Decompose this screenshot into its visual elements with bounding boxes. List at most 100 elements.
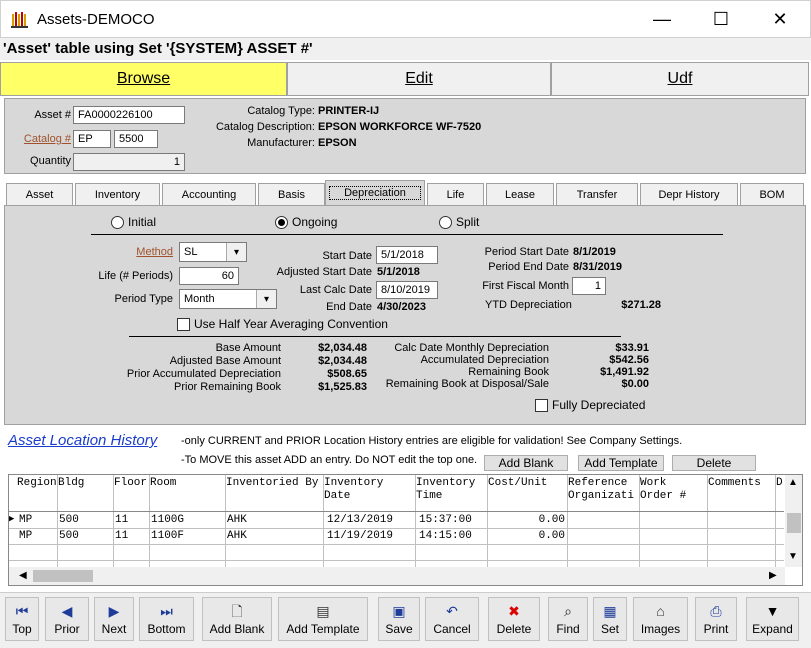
- last-calc-date-field[interactable]: 8/10/2019: [376, 281, 438, 299]
- subtab-inventory[interactable]: Inventory: [75, 183, 160, 205]
- prior-remaining-label: Prior Remaining Book: [174, 381, 281, 393]
- subtab-accounting[interactable]: Accounting: [162, 183, 256, 205]
- maximize-button[interactable]: ☐: [698, 1, 744, 37]
- location-history-grid[interactable]: Region Bldg Floor Room Inventoried By In…: [8, 474, 803, 586]
- radio-split[interactable]: Split: [439, 215, 479, 229]
- subtab-basis[interactable]: Basis: [258, 183, 325, 205]
- scroll-left-icon[interactable]: ◀: [19, 570, 27, 581]
- cell-inventory-date[interactable]: 11/19/2019: [327, 530, 393, 542]
- next-button[interactable]: ▶ Next: [94, 597, 134, 641]
- bottom-button[interactable]: ⏭ Bottom: [139, 597, 194, 641]
- cell-floor[interactable]: 11: [115, 514, 128, 526]
- half-year-checkbox-box[interactable]: [177, 317, 190, 331]
- cell-region[interactable]: MP: [19, 514, 32, 526]
- chevron-down-icon[interactable]: ▾: [226, 243, 246, 261]
- col-floor[interactable]: Floor: [114, 477, 147, 490]
- col-inventory-date[interactable]: Inventory Date: [324, 477, 404, 503]
- set-button[interactable]: ▦ Set: [593, 597, 627, 641]
- cancel-button[interactable]: ↶ Cancel: [425, 597, 479, 641]
- add-blank-button[interactable]: 🗋 Add Blank: [202, 597, 272, 641]
- close-button[interactable]: ✕: [757, 1, 803, 37]
- tab-udf[interactable]: Udf: [551, 62, 809, 96]
- col-inventory-time[interactable]: Inventory Time: [416, 477, 486, 503]
- cell-room[interactable]: 1100F: [151, 530, 184, 542]
- radio-initial-circle[interactable]: [111, 215, 124, 229]
- subtab-depreciation[interactable]: Depreciation: [325, 180, 425, 205]
- table-row[interactable]: MP 500 11 1100F AHK 11/19/2019 14:15:00 …: [9, 529, 784, 545]
- tab-browse[interactable]: Browse: [0, 62, 287, 96]
- minimize-button[interactable]: —: [639, 1, 685, 37]
- catalog-field-1[interactable]: EP: [73, 130, 111, 148]
- cell-inventory-time[interactable]: 15:37:00: [419, 514, 472, 526]
- top-button[interactable]: ⏮ Top: [5, 597, 39, 641]
- period-type-value: Month: [184, 293, 215, 305]
- delete-button[interactable]: ✖ Delete: [488, 597, 540, 641]
- col-region[interactable]: Region: [17, 477, 57, 490]
- col-cost-unit[interactable]: Cost/Unit: [488, 477, 547, 490]
- quantity-field[interactable]: 1: [73, 153, 185, 171]
- life-field[interactable]: 60: [179, 267, 239, 285]
- subtab-depr-history[interactable]: Depr History: [640, 183, 738, 205]
- cell-floor[interactable]: 11: [115, 530, 128, 542]
- cell-inventory-date[interactable]: 12/13/2019: [327, 514, 393, 526]
- next-record-icon: ▶: [108, 603, 120, 619]
- col-comments[interactable]: Comments: [708, 477, 761, 490]
- cell-inventoried-by[interactable]: AHK: [227, 514, 247, 526]
- radio-split-circle[interactable]: [439, 215, 452, 229]
- scroll-right-icon[interactable]: ▶: [769, 570, 777, 581]
- find-button[interactable]: ⌕ Find: [548, 597, 588, 641]
- prior-button[interactable]: ◀ Prior: [45, 597, 89, 641]
- horizontal-scroll-thumb[interactable]: [33, 570, 93, 582]
- radio-initial[interactable]: Initial: [111, 215, 156, 229]
- subtab-asset[interactable]: Asset: [6, 183, 73, 205]
- method-link[interactable]: Method: [65, 246, 173, 258]
- first-fiscal-month-field[interactable]: 1: [572, 277, 606, 295]
- col-reference-organization[interactable]: Reference Organizati: [568, 477, 640, 503]
- save-button[interactable]: ▣ Save: [378, 597, 420, 641]
- radio-ongoing-circle[interactable]: [275, 215, 288, 229]
- cell-cost-unit[interactable]: 0.00: [489, 514, 565, 526]
- fully-depreciated-checkbox[interactable]: Fully Depreciated: [535, 398, 645, 412]
- vertical-scroll-thumb[interactable]: [787, 513, 801, 533]
- cell-bldg[interactable]: 500: [59, 530, 79, 542]
- radio-ongoing[interactable]: Ongoing: [275, 215, 337, 229]
- col-d[interactable]: D: [776, 477, 783, 490]
- asset-location-history-link[interactable]: Asset Location History: [8, 432, 157, 449]
- scroll-up-icon[interactable]: ▲: [788, 477, 798, 488]
- cell-bldg[interactable]: 500: [59, 514, 79, 526]
- cell-inventory-time[interactable]: 14:15:00: [419, 530, 472, 542]
- col-work-order[interactable]: Work Order #: [640, 477, 700, 503]
- cell-region[interactable]: MP: [19, 530, 32, 542]
- expand-button[interactable]: ▼ Expand: [746, 597, 799, 641]
- col-room[interactable]: Room: [150, 477, 176, 490]
- end-date-label: End Date: [326, 301, 372, 313]
- images-button[interactable]: ⌂ Images: [633, 597, 688, 641]
- add-template-button[interactable]: ▤ Add Template: [278, 597, 368, 641]
- tab-edit[interactable]: Edit: [287, 62, 551, 96]
- cell-inventoried-by[interactable]: AHK: [227, 530, 247, 542]
- cell-cost-unit[interactable]: 0.00: [489, 530, 565, 542]
- subtab-life[interactable]: Life: [427, 183, 484, 205]
- catalog-field-2[interactable]: 5500: [114, 130, 158, 148]
- horizontal-scrollbar[interactable]: ◀ ▶: [9, 567, 785, 585]
- subtab-lease[interactable]: Lease: [486, 183, 554, 205]
- method-dropdown[interactable]: SL ▾: [179, 242, 247, 262]
- add-blank-history-button[interactable]: Add Blank: [484, 455, 568, 471]
- col-inventoried-by[interactable]: Inventoried By: [226, 477, 318, 490]
- start-date-field[interactable]: 5/1/2018: [376, 246, 438, 264]
- asset-number-field[interactable]: FA0000226100: [73, 106, 185, 124]
- subtab-bom[interactable]: BOM: [740, 183, 804, 205]
- scroll-down-icon[interactable]: ▼: [788, 551, 798, 562]
- table-row[interactable]: [9, 545, 784, 561]
- print-button[interactable]: ⎙ Print: [695, 597, 737, 641]
- delete-history-button[interactable]: Delete: [672, 455, 756, 471]
- subtab-transfer[interactable]: Transfer: [556, 183, 638, 205]
- catalog-link[interactable]: Catalog #: [9, 133, 71, 145]
- table-row[interactable]: ▶ MP 500 11 1100G AHK 12/13/2019 15:37:0…: [9, 513, 784, 529]
- fully-depreciated-box[interactable]: [535, 398, 548, 412]
- add-template-history-button[interactable]: Add Template: [578, 455, 664, 471]
- half-year-checkbox[interactable]: Use Half Year Averaging Convention: [177, 317, 388, 331]
- vertical-scrollbar[interactable]: ▲ ▼: [785, 475, 802, 567]
- cell-room[interactable]: 1100G: [151, 514, 184, 526]
- col-bldg[interactable]: Bldg: [58, 477, 84, 490]
